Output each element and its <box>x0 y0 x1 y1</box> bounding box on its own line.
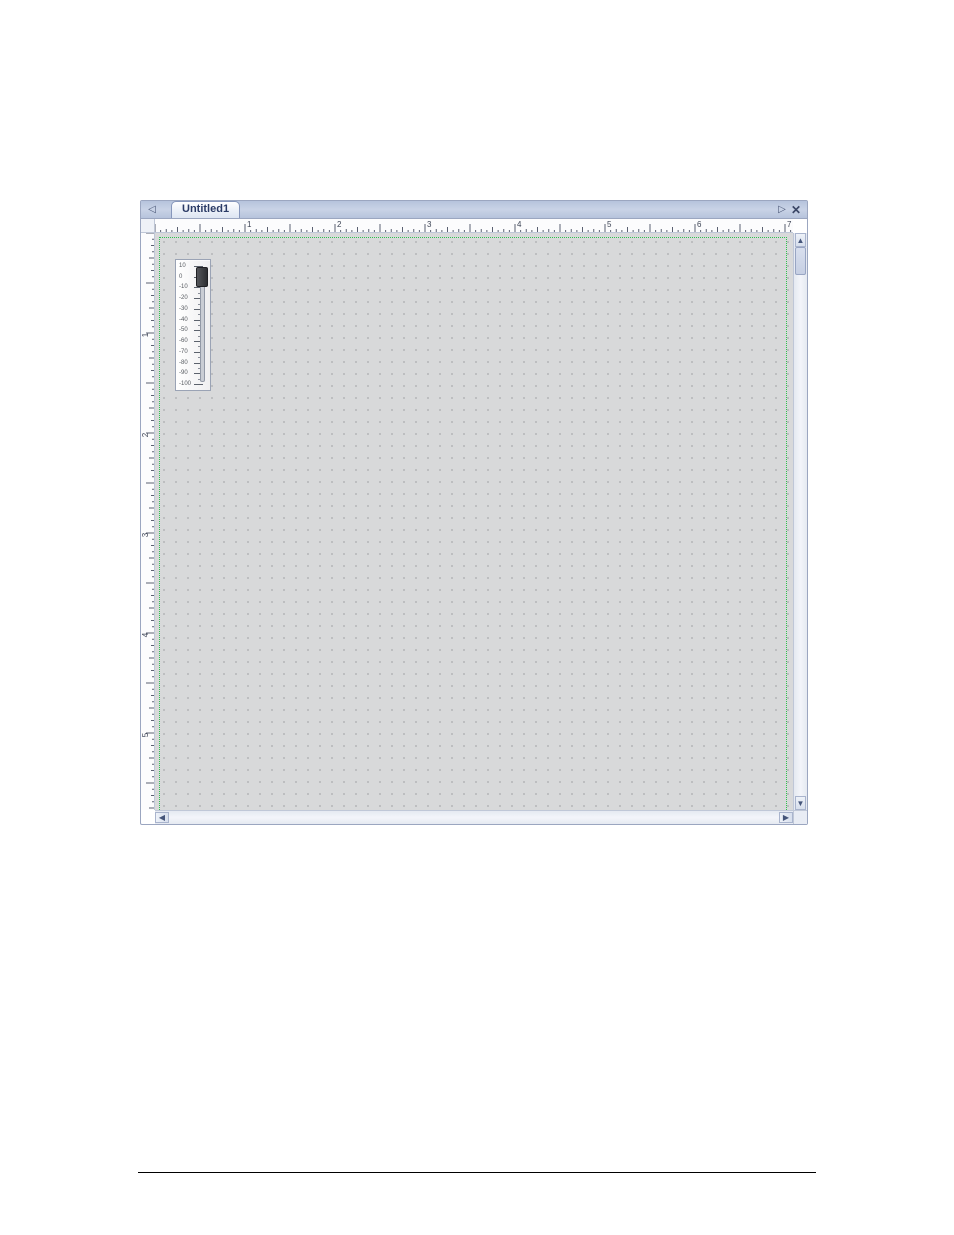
slider-tick-label: -70 <box>179 349 188 355</box>
slider-tick-label: -90 <box>179 370 188 376</box>
svg-text:2: 2 <box>141 432 150 437</box>
ruler-origin <box>141 219 155 233</box>
scroll-corner <box>793 810 807 824</box>
slider-control[interactable]: 10 0 -10 -20 -30 -40 -50 -60 -70 -80 -90 -100 <box>175 259 211 391</box>
tab-bar: ◁ Untitled1 ▷ ✕ <box>141 201 807 219</box>
page-footer-rule <box>138 1172 816 1173</box>
slider-tick-label: -40 <box>179 317 188 323</box>
slider-tick-label: -20 <box>179 295 188 301</box>
scroll-up-arrow-icon[interactable]: ▲ <box>795 233 806 247</box>
tab-nav-right-icon[interactable]: ▷ <box>775 203 789 217</box>
horizontal-scrollbar[interactable]: ◀ ▶ <box>155 810 793 824</box>
scroll-left-arrow-icon[interactable]: ◀ <box>155 812 169 823</box>
work-area: 1 2 3 4 5 6 7 1 2 3 4 5 10 0 -10 -20 -30 -40 -50 -60 -70 -8… <box>141 219 807 824</box>
slider-tick-label: -80 <box>179 360 188 366</box>
scroll-right-arrow-icon[interactable]: ▶ <box>779 812 793 823</box>
slider-tick-label: -100 <box>179 381 191 387</box>
editor-window: ◁ Untitled1 ▷ ✕ 1 2 3 4 5 6 7 1 2 3 4 5 <box>140 200 808 825</box>
svg-text:3: 3 <box>427 220 432 229</box>
svg-text:2: 2 <box>337 220 342 229</box>
vertical-scroll-thumb[interactable] <box>795 247 806 275</box>
page-boundary <box>159 237 787 810</box>
slider-scale: 10 0 -10 -20 -30 -40 -50 -60 -70 -80 -90 -100 <box>179 266 193 384</box>
svg-text:6: 6 <box>697 220 702 229</box>
slider-tick-label: -30 <box>179 306 188 312</box>
editor-frame: ◁ Untitled1 ▷ ✕ 1 2 3 4 5 6 7 1 2 3 4 5 <box>140 200 808 825</box>
slider-tick-label: -60 <box>179 338 188 344</box>
scroll-down-arrow-icon[interactable]: ▼ <box>795 796 806 810</box>
svg-text:5: 5 <box>141 732 150 737</box>
svg-text:1: 1 <box>247 220 252 229</box>
svg-text:3: 3 <box>141 532 150 537</box>
slider-tick-label: 0 <box>179 274 182 280</box>
ruler-vertical[interactable]: 1 2 3 4 5 <box>141 233 155 810</box>
tab-nav-left-icon[interactable]: ◁ <box>145 203 159 217</box>
slider-tick <box>194 384 203 385</box>
slider-tick-label: 10 <box>179 263 186 269</box>
tab-group: Untitled1 <box>171 201 775 218</box>
tab-document[interactable]: Untitled1 <box>171 201 240 218</box>
ruler-horizontal[interactable]: 1 2 3 4 5 6 7 <box>155 219 793 233</box>
slider-thumb[interactable] <box>196 267 208 287</box>
tab-close-icon[interactable]: ✕ <box>789 203 803 217</box>
svg-text:7: 7 <box>787 220 792 229</box>
vertical-scrollbar[interactable]: ▲ ▼ <box>793 233 807 810</box>
slider-tick-label: -10 <box>179 284 188 290</box>
svg-text:4: 4 <box>517 220 522 229</box>
svg-text:1: 1 <box>141 332 150 337</box>
svg-text:4: 4 <box>141 632 150 637</box>
svg-text:5: 5 <box>607 220 612 229</box>
slider-tick-label: -50 <box>179 327 188 333</box>
design-canvas[interactable]: 10 0 -10 -20 -30 -40 -50 -60 -70 -80 -90 -100 <box>155 233 793 810</box>
